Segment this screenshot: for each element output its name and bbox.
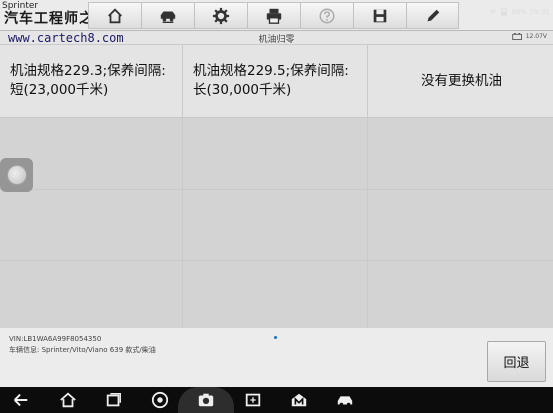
vehicle-info-text: 车辆信息: Sprinter/Vito/Viano 639 款式/柴油 (9, 346, 156, 354)
empty-cell (183, 261, 367, 331)
wifi-icon (489, 9, 497, 14)
home-icon (108, 7, 122, 23)
floating-assistive-button[interactable] (0, 158, 33, 192)
option-oil-229-5-long[interactable]: 机油规格229.5;保养间隔:长(30,000千米) (183, 45, 367, 117)
vehicle-app-icon[interactable] (336, 391, 354, 409)
system-nav-bar (0, 387, 553, 413)
car-swap-icon (160, 11, 176, 23)
empty-cell (0, 190, 182, 260)
vehicle-swap-button[interactable] (141, 2, 194, 29)
gear-icon (212, 7, 230, 24)
page-title: 机油归零 (258, 35, 295, 45)
browser-icon[interactable] (151, 391, 169, 409)
top-toolbar: Sprinter 汽车工程师之家 (0, 0, 553, 31)
empty-cell (368, 118, 553, 189)
app-m-icon[interactable] (290, 391, 308, 409)
nav-recent-apps-icon[interactable] (105, 391, 123, 409)
battery-percent: 86% (511, 8, 527, 16)
status-tray: 86% 09:31 (489, 8, 550, 16)
battery-status-icon (501, 8, 508, 16)
nav-back-icon[interactable] (12, 391, 30, 409)
battery-voltage: 12.07V (525, 33, 547, 40)
page-indicator-dot (274, 336, 277, 339)
edit-button[interactable] (406, 2, 459, 29)
empty-cell (0, 261, 182, 331)
vin-text: VIN:LB1WA6A99F8054350 (9, 335, 102, 343)
save-button[interactable] (353, 2, 406, 29)
empty-cell (183, 118, 367, 189)
help-icon (319, 8, 335, 23)
back-button[interactable]: 回退 (487, 341, 546, 382)
vehicle-info-panel: VIN:LB1WA6A99F8054350 车辆信息: Sprinter/Vit… (0, 328, 553, 387)
battery-icon (511, 33, 522, 40)
battery-voltage-indicator: 12.07V (511, 33, 547, 40)
sub-header: www.cartech8.com 机油归零 12.07V (0, 31, 553, 45)
printer-icon (266, 8, 282, 24)
nav-home-icon[interactable] (59, 391, 77, 409)
empty-cell (368, 190, 553, 260)
option-oil-229-3-short[interactable]: 机油规格229.3;保养间隔:短(23,000千米) (0, 45, 182, 117)
pencil-icon (427, 9, 439, 21)
home-button[interactable] (88, 2, 141, 29)
settings-button[interactable] (194, 2, 247, 29)
option-grid: 机油规格229.3;保养间隔:短(23,000千米) 机油规格229.5;保养间… (0, 45, 553, 331)
toolbar-buttons (88, 2, 459, 29)
empty-cell (368, 261, 553, 331)
camera-icon[interactable] (197, 391, 215, 409)
assistive-knob-icon (6, 165, 27, 185)
screen: Sprinter 汽车工程师之家 www.cartech8.com 机油归零 1… (0, 0, 553, 413)
screenshot-icon[interactable] (244, 391, 262, 409)
option-no-oil-change[interactable]: 没有更换机油 (368, 45, 553, 117)
print-button[interactable] (247, 2, 300, 29)
help-button[interactable] (300, 2, 353, 29)
save-icon (373, 9, 387, 22)
clock: 09:31 (529, 8, 550, 16)
empty-cell (183, 190, 367, 260)
